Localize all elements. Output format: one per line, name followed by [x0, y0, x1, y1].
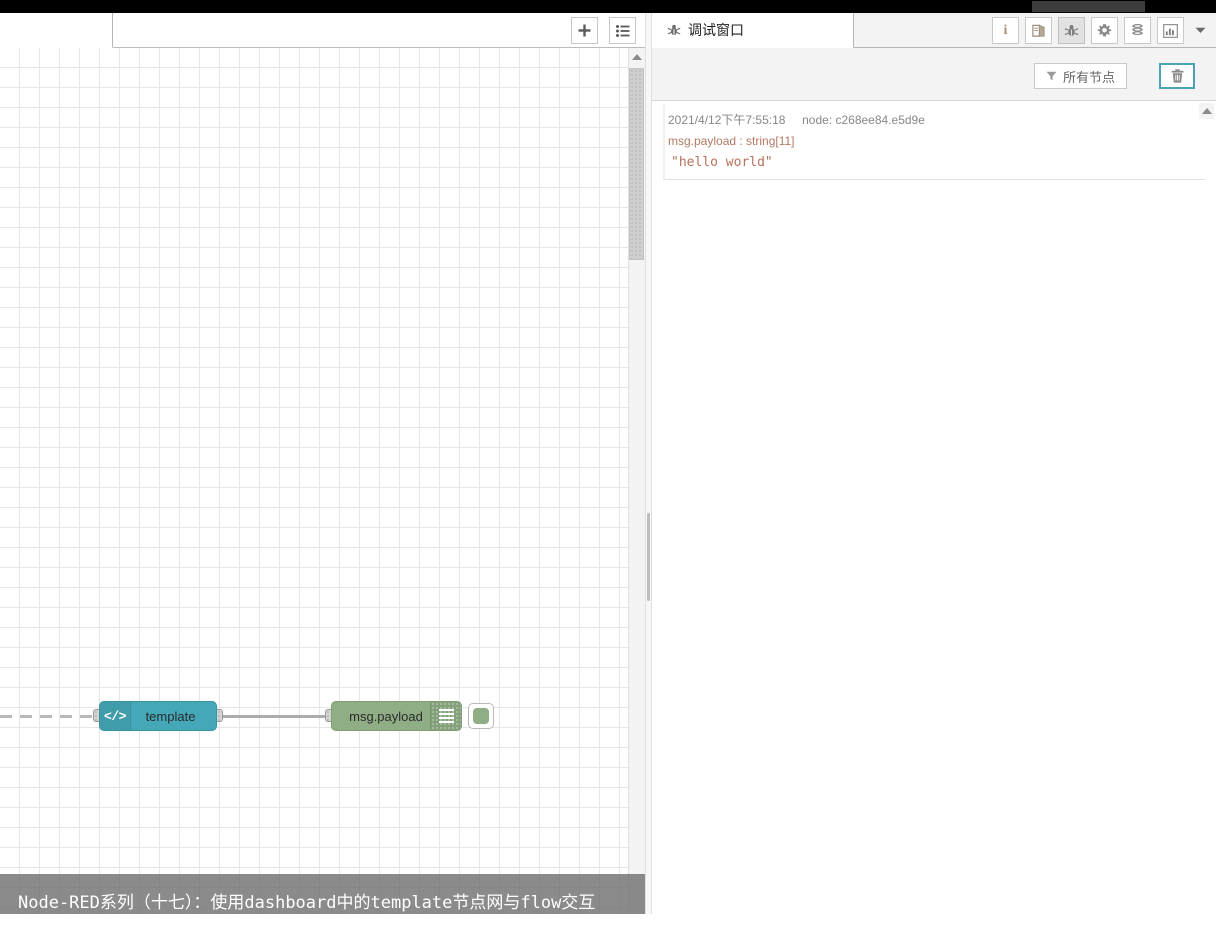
debug-message-node[interactable]: node: c268ee84.e5d9e [802, 113, 925, 127]
plus-icon [578, 24, 591, 37]
filter-icon [1046, 71, 1057, 81]
node-template[interactable]: </> template [99, 701, 217, 731]
trash-icon [1171, 69, 1183, 83]
triangle-up-icon [1201, 108, 1212, 114]
sidebar-tabbar: 调试窗口 i [652, 13, 1216, 48]
bug-glyph [1064, 24, 1079, 37]
list-flows-button[interactable] [609, 17, 636, 44]
debug-scroll-up-button[interactable] [1199, 103, 1214, 119]
gear-glyph [1097, 24, 1112, 37]
divider-grip-handle[interactable] [647, 513, 650, 601]
wire-template-to-debug[interactable] [221, 715, 327, 718]
tab-debug-label: 调试窗口 [688, 22, 744, 38]
help-book-icon[interactable] [1025, 17, 1052, 44]
dashboard-chart-glyph [1163, 23, 1178, 38]
debug-message-header: 2021/4/12下午7:55:18 node: c268ee84.e5d9e [668, 111, 1205, 128]
help-book-glyph [1032, 24, 1045, 37]
debug-toggle-button[interactable] [468, 703, 494, 729]
gear-icon[interactable] [1091, 17, 1118, 44]
info-icon-glyph: i [1003, 22, 1008, 38]
dashboard-chart-icon[interactable] [1157, 17, 1184, 44]
debug-toolbar: 所有节点 [652, 48, 1216, 101]
list-icon [615, 24, 629, 37]
add-flow-tab-button[interactable] [571, 17, 598, 44]
incoming-dashed-wire [0, 715, 95, 718]
chevron-down-glyph [1195, 27, 1205, 33]
canvas-scroll-up-button[interactable] [629, 49, 644, 65]
caption-text: Node-RED系列（十七）：使用dashboard中的template节点网与… [18, 893, 596, 913]
bug-icon[interactable] [1058, 17, 1085, 44]
node-template-label: template [145, 708, 196, 724]
flow-canvas[interactable]: </> template msg.payload [0, 48, 628, 914]
debug-message-value: "hello world" [671, 155, 773, 170]
window-top-bar [1032, 1, 1145, 12]
context-stack-glyph [1132, 24, 1143, 36]
bug-icon [667, 24, 681, 36]
window-top-strip [0, 0, 1216, 13]
sidebar: 调试窗口 i 所有节点 2021/4/12下午7:55:18 node: c26… [652, 13, 1216, 927]
chevron-down-icon[interactable] [1190, 17, 1210, 44]
debug-clear-button[interactable] [1159, 63, 1195, 89]
debug-message-timestamp: 2021/4/12下午7:55:18 [668, 113, 786, 127]
tab-debug[interactable]: 调试窗口 [652, 13, 854, 48]
workspace-tabbar [0, 13, 645, 48]
debug-message-row[interactable]: 2021/4/12下午7:55:18 node: c268ee84.e5d9e … [663, 104, 1205, 180]
triangle-up-icon [631, 54, 642, 60]
workspace-tab-active[interactable] [0, 13, 113, 48]
node-debug-label: msg.payload [349, 708, 423, 724]
debug-lines-icon [430, 702, 461, 730]
debug-message-list[interactable]: 2021/4/12下午7:55:18 node: c268ee84.e5d9e … [652, 101, 1216, 927]
debug-filter-button[interactable]: 所有节点 [1033, 63, 1127, 89]
flow-editor: </> template msg.payload Node-RED系列（十七）：… [0, 13, 645, 914]
node-debug[interactable]: msg.payload [331, 701, 462, 731]
canvas-scrollbar-thumb[interactable] [629, 68, 644, 260]
debug-message-property: msg.payload : string[11] [668, 134, 795, 148]
editor-sidebar-divider[interactable] [645, 13, 652, 914]
sidebar-icon-group: i [992, 17, 1210, 44]
caption-overlay: Node-RED系列（十七）：使用dashboard中的template节点网与… [0, 874, 645, 914]
debug-filter-label: 所有节点 [1062, 69, 1115, 85]
info-icon[interactable]: i [992, 17, 1019, 44]
context-stack-icon[interactable] [1124, 17, 1151, 44]
debug-toggle-indicator [473, 708, 489, 724]
code-icon: </> [100, 702, 131, 730]
